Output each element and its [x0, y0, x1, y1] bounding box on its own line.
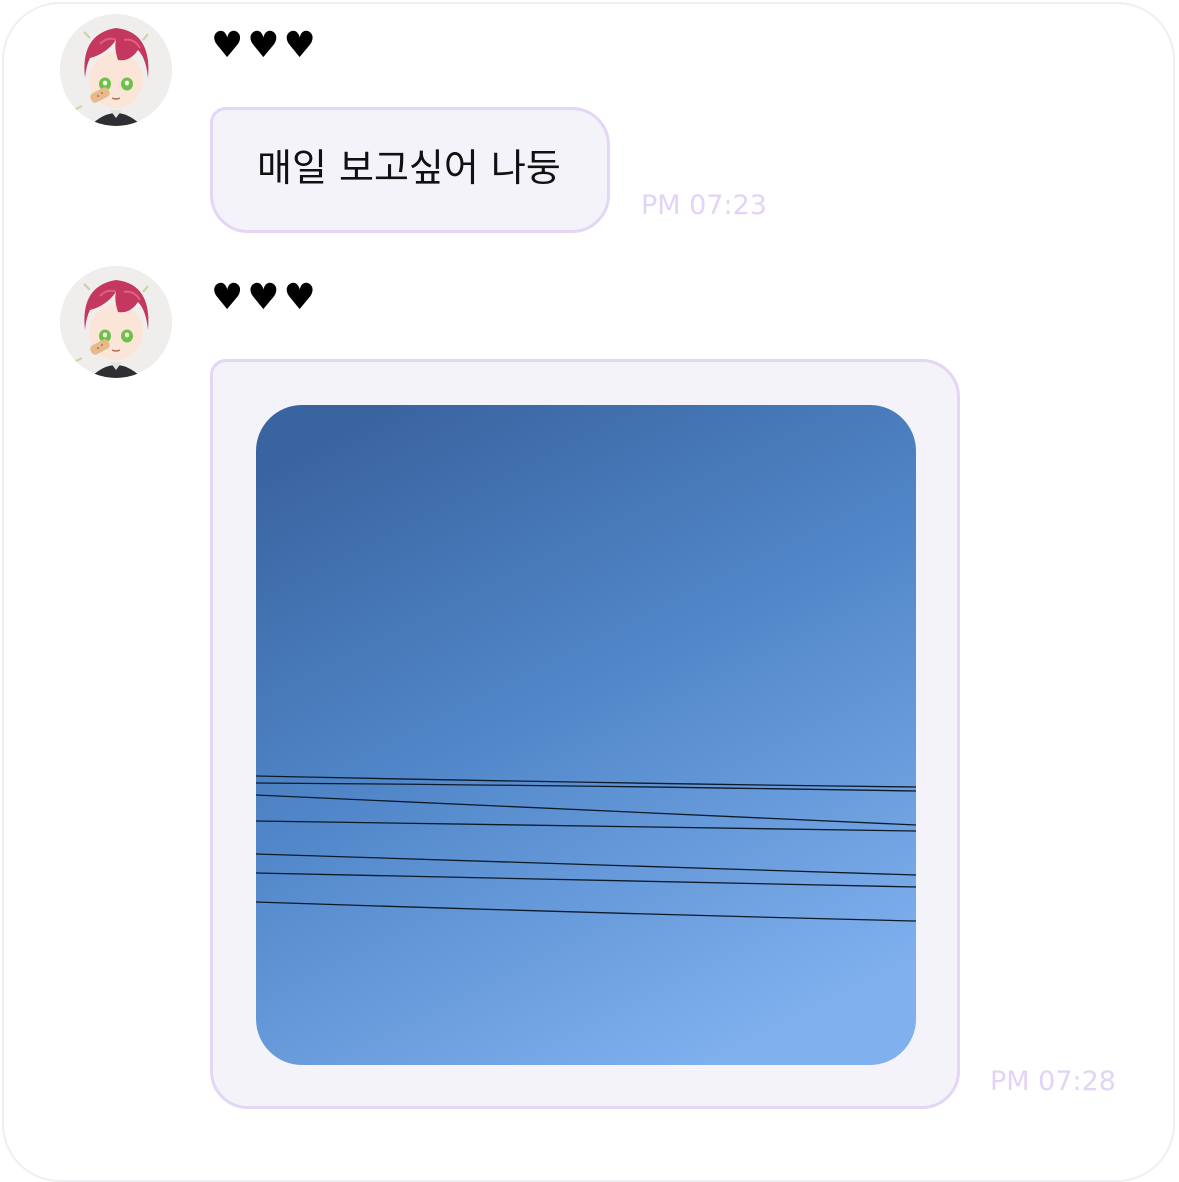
- message-bubble[interactable]: 매일 보고싶어 나둥: [210, 107, 610, 233]
- message-text: 매일 보고싶어 나둥: [257, 146, 561, 190]
- sender-name: ♥♥♥: [211, 25, 320, 66]
- sender-avatar[interactable]: [60, 14, 172, 126]
- sky-photo[interactable]: [256, 405, 916, 1065]
- sender-avatar[interactable]: [60, 266, 172, 378]
- message-timestamp: PM 07:28: [990, 1066, 1116, 1097]
- sender-name: ♥♥♥: [211, 277, 320, 318]
- image-message-bubble[interactable]: [210, 359, 960, 1109]
- message-timestamp: PM 07:23: [641, 190, 767, 221]
